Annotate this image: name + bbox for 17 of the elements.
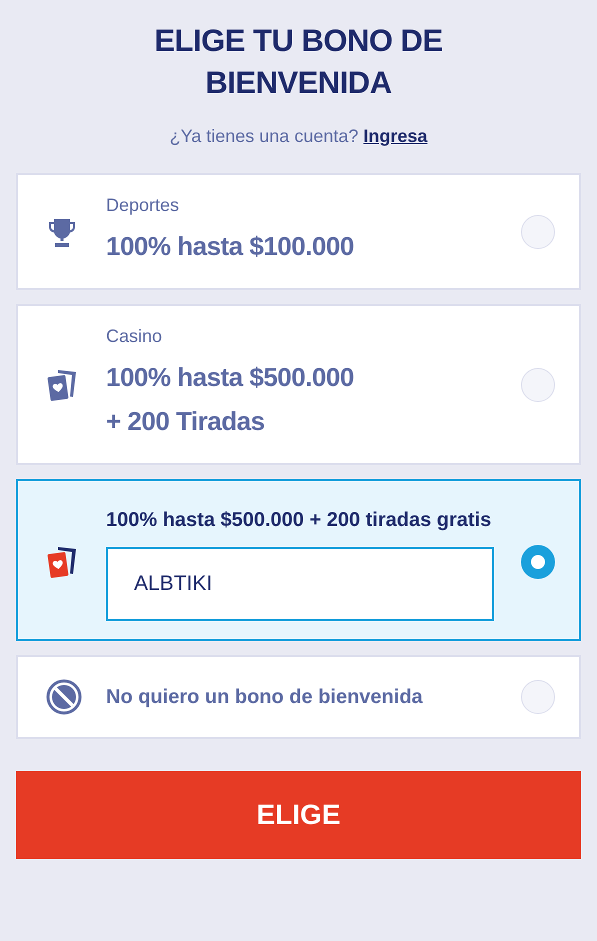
radio-button[interactable] — [521, 545, 555, 579]
bonus-option-card[interactable]: Deportes 100% hasta $100.000 — [16, 173, 581, 290]
page-heading: ELIGE TU BONO DE BIENVENIDA — [153, 22, 444, 102]
login-prompt: ¿Ya tienes una cuenta? — [170, 126, 358, 147]
bonus-option-card[interactable]: No quiero un bono de bienvenida — [16, 655, 581, 739]
option-category: Deportes — [106, 195, 180, 216]
submit-button[interactable]: ELIGE — [16, 771, 581, 859]
login-link[interactable]: Ingresa — [363, 126, 428, 147]
option-title: No quiero un bono de bienvenida — [106, 685, 424, 710]
option-title: 100% hasta $100.000 — [106, 230, 355, 263]
bonus-option-card[interactable]: 100% hasta $500.000 + 200 tiradas gratis ALBTIKI — [16, 479, 581, 641]
option-title: 100% hasta $500.000 + 200 Tiradas — [106, 361, 355, 438]
option-title: 100% hasta $500.000 + 200 tiradas gratis — [106, 508, 492, 533]
promo-code-field[interactable]: ALBTIKI — [106, 547, 494, 621]
option-category: Casino — [106, 326, 164, 347]
bonus-option-card[interactable]: Casino 100% hasta $500.000 + 200 Tiradas — [16, 304, 581, 465]
prohibited-icon — [46, 679, 82, 715]
